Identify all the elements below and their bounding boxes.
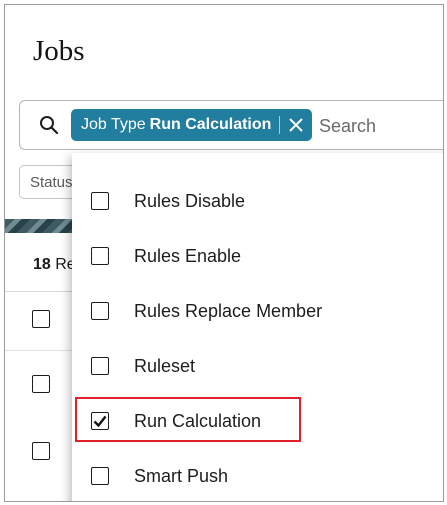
search-bar[interactable]: Job Type Run Calculation bbox=[19, 100, 443, 150]
filter-chip-value: Run Calculation bbox=[149, 116, 272, 133]
results-count: 18 Re bbox=[33, 256, 76, 274]
chip-divider bbox=[279, 116, 281, 134]
option-label: Rules Enable bbox=[134, 246, 242, 266]
close-icon[interactable] bbox=[288, 117, 304, 133]
option-label: Smart Push bbox=[134, 466, 229, 486]
option-checkbox[interactable] bbox=[91, 302, 109, 320]
option-checkbox[interactable] bbox=[91, 247, 109, 265]
option-label: Ruleset bbox=[134, 356, 196, 376]
page-title: Jobs bbox=[33, 35, 85, 67]
dropdown-option[interactable]: Rules Enable bbox=[72, 234, 443, 278]
option-checkbox[interactable] bbox=[91, 357, 109, 375]
selection-highlight-box bbox=[75, 397, 301, 442]
filter-chip-label: Job Type bbox=[81, 116, 146, 133]
results-count-number: 18 bbox=[33, 256, 51, 273]
dropdown-option[interactable]: Ruleset bbox=[72, 344, 443, 388]
row-checkbox[interactable] bbox=[32, 375, 50, 393]
search-icon[interactable] bbox=[39, 115, 59, 135]
search-input[interactable] bbox=[317, 111, 443, 141]
option-label: Rules Replace Member bbox=[134, 301, 323, 321]
option-checkbox[interactable] bbox=[91, 467, 109, 485]
dropdown-option[interactable]: Rules Disable bbox=[72, 179, 443, 223]
jobs-page: Jobs Job Type Run Calculation Status 18 … bbox=[4, 4, 444, 502]
dropdown-option[interactable]: Rules Replace Member bbox=[72, 289, 443, 333]
filter-chip-job-type[interactable]: Job Type Run Calculation bbox=[71, 109, 313, 141]
dropdown-option[interactable]: Smart Push bbox=[72, 454, 443, 498]
row-checkbox[interactable] bbox=[32, 442, 50, 460]
job-type-dropdown: Rules Disable Rules Enable Rules Replace… bbox=[72, 153, 443, 501]
option-label: Rules Disable bbox=[134, 191, 246, 211]
select-all-checkbox[interactable] bbox=[32, 310, 50, 328]
option-checkbox[interactable] bbox=[91, 192, 109, 210]
